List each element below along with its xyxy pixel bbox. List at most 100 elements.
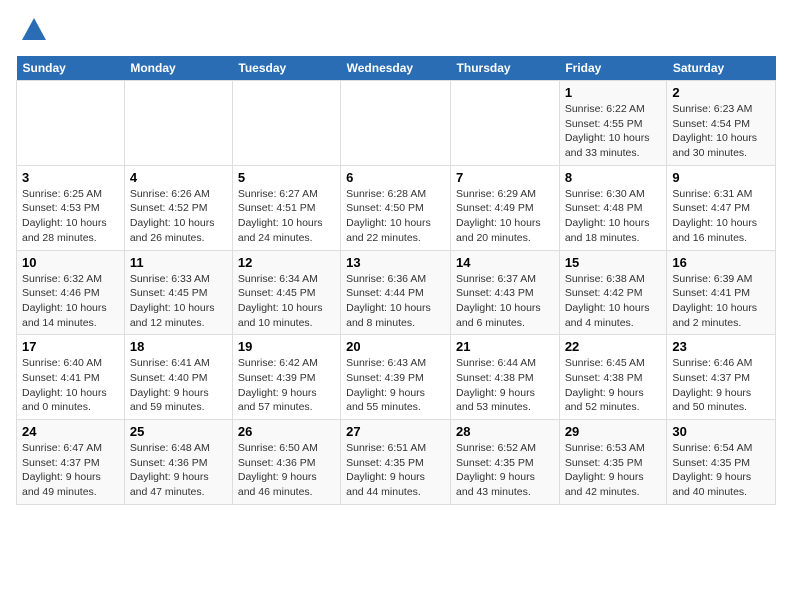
day-info: Sunrise: 6:51 AM Sunset: 4:35 PM Dayligh… (346, 441, 445, 500)
day-info: Sunrise: 6:54 AM Sunset: 4:35 PM Dayligh… (672, 441, 770, 500)
day-number: 1 (565, 85, 662, 100)
day-info: Sunrise: 6:34 AM Sunset: 4:45 PM Dayligh… (238, 272, 335, 331)
calendar-cell (341, 81, 451, 166)
day-info: Sunrise: 6:33 AM Sunset: 4:45 PM Dayligh… (130, 272, 227, 331)
calendar-cell: 24 Sunrise: 6:47 AM Sunset: 4:37 PM Dayli… (17, 420, 125, 505)
calendar-cell: 17 Sunrise: 6:40 AM Sunset: 4:41 PM Dayli… (17, 335, 125, 420)
day-info: Sunrise: 6:52 AM Sunset: 4:35 PM Dayligh… (456, 441, 554, 500)
calendar-cell: 26Sunrise: 6:50 AM Sunset: 4:36 PM Dayli… (232, 420, 340, 505)
day-info: Sunrise: 6:29 AM Sunset: 4:49 PM Dayligh… (456, 187, 554, 246)
day-number: 27 (346, 424, 445, 439)
calendar-cell: 30 Sunrise: 6:54 AM Sunset: 4:35 PM Dayli… (667, 420, 776, 505)
calendar-cell: 28 Sunrise: 6:52 AM Sunset: 4:35 PM Dayli… (451, 420, 560, 505)
day-number: 14 (456, 255, 554, 270)
day-number: 29 (565, 424, 662, 439)
day-number: 25 (130, 424, 227, 439)
calendar-cell: 15 Sunrise: 6:38 AM Sunset: 4:42 PM Dayli… (559, 250, 667, 335)
day-info: Sunrise: 6:39 AM Sunset: 4:41 PM Dayligh… (672, 272, 770, 331)
calendar-week-0: 1 Sunrise: 6:22 AM Sunset: 4:55 PM Daylig… (17, 81, 776, 166)
page-header (16, 16, 776, 44)
calendar-cell (17, 81, 125, 166)
day-number: 8 (565, 170, 662, 185)
day-info: Sunrise: 6:37 AM Sunset: 4:43 PM Dayligh… (456, 272, 554, 331)
calendar-cell: 14 Sunrise: 6:37 AM Sunset: 4:43 PM Dayli… (451, 250, 560, 335)
calendar-week-4: 24 Sunrise: 6:47 AM Sunset: 4:37 PM Dayli… (17, 420, 776, 505)
calendar-cell: 23Sunrise: 6:46 AM Sunset: 4:37 PM Dayli… (667, 335, 776, 420)
day-number: 13 (346, 255, 445, 270)
calendar-table: SundayMondayTuesdayWednesdayThursdayFrid… (16, 56, 776, 505)
day-number: 19 (238, 339, 335, 354)
day-info: Sunrise: 6:53 AM Sunset: 4:35 PM Dayligh… (565, 441, 662, 500)
day-number: 30 (672, 424, 770, 439)
calendar-cell (451, 81, 560, 166)
calendar-header-row: SundayMondayTuesdayWednesdayThursdayFrid… (17, 56, 776, 81)
day-number: 7 (456, 170, 554, 185)
calendar-header-thursday: Thursday (451, 56, 560, 81)
calendar-header-sunday: Sunday (17, 56, 125, 81)
day-info: Sunrise: 6:44 AM Sunset: 4:38 PM Dayligh… (456, 356, 554, 415)
day-number: 21 (456, 339, 554, 354)
day-number: 23 (672, 339, 770, 354)
day-number: 24 (22, 424, 119, 439)
day-info: Sunrise: 6:48 AM Sunset: 4:36 PM Dayligh… (130, 441, 227, 500)
day-info: Sunrise: 6:40 AM Sunset: 4:41 PM Dayligh… (22, 356, 119, 415)
day-number: 26 (238, 424, 335, 439)
calendar-header-friday: Friday (559, 56, 667, 81)
calendar-cell: 5 Sunrise: 6:27 AM Sunset: 4:51 PM Daylig… (232, 165, 340, 250)
calendar-cell: 21 Sunrise: 6:44 AM Sunset: 4:38 PM Dayli… (451, 335, 560, 420)
day-info: Sunrise: 6:26 AM Sunset: 4:52 PM Dayligh… (130, 187, 227, 246)
day-number: 9 (672, 170, 770, 185)
calendar-cell: 3 Sunrise: 6:25 AM Sunset: 4:53 PM Daylig… (17, 165, 125, 250)
calendar-cell: 27 Sunrise: 6:51 AM Sunset: 4:35 PM Dayli… (341, 420, 451, 505)
calendar-cell: 29 Sunrise: 6:53 AM Sunset: 4:35 PM Dayli… (559, 420, 667, 505)
calendar-cell: 13 Sunrise: 6:36 AM Sunset: 4:44 PM Dayli… (341, 250, 451, 335)
day-number: 3 (22, 170, 119, 185)
calendar-cell: 22 Sunrise: 6:45 AM Sunset: 4:38 PM Dayli… (559, 335, 667, 420)
day-number: 22 (565, 339, 662, 354)
calendar-cell: 2Sunrise: 6:23 AM Sunset: 4:54 PM Daylig… (667, 81, 776, 166)
calendar-week-1: 3 Sunrise: 6:25 AM Sunset: 4:53 PM Daylig… (17, 165, 776, 250)
calendar-cell: 9 Sunrise: 6:31 AM Sunset: 4:47 PM Daylig… (667, 165, 776, 250)
day-info: Sunrise: 6:47 AM Sunset: 4:37 PM Dayligh… (22, 441, 119, 500)
calendar-cell: 11Sunrise: 6:33 AM Sunset: 4:45 PM Dayli… (124, 250, 232, 335)
day-info: Sunrise: 6:42 AM Sunset: 4:39 PM Dayligh… (238, 356, 335, 415)
day-info: Sunrise: 6:41 AM Sunset: 4:40 PM Dayligh… (130, 356, 227, 415)
calendar-week-3: 17 Sunrise: 6:40 AM Sunset: 4:41 PM Dayli… (17, 335, 776, 420)
calendar-header-wednesday: Wednesday (341, 56, 451, 81)
day-info: Sunrise: 6:25 AM Sunset: 4:53 PM Dayligh… (22, 187, 119, 246)
day-info: Sunrise: 6:45 AM Sunset: 4:38 PM Dayligh… (565, 356, 662, 415)
calendar-cell: 10Sunrise: 6:32 AM Sunset: 4:46 PM Dayli… (17, 250, 125, 335)
day-number: 16 (672, 255, 770, 270)
day-info: Sunrise: 6:38 AM Sunset: 4:42 PM Dayligh… (565, 272, 662, 331)
day-number: 2 (672, 85, 770, 100)
calendar-cell: 4Sunrise: 6:26 AM Sunset: 4:52 PM Daylig… (124, 165, 232, 250)
calendar-cell: 6 Sunrise: 6:28 AM Sunset: 4:50 PM Daylig… (341, 165, 451, 250)
calendar-header-saturday: Saturday (667, 56, 776, 81)
calendar-cell: 16 Sunrise: 6:39 AM Sunset: 4:41 PM Dayli… (667, 250, 776, 335)
calendar-header-tuesday: Tuesday (232, 56, 340, 81)
day-info: Sunrise: 6:22 AM Sunset: 4:55 PM Dayligh… (565, 102, 662, 161)
day-number: 6 (346, 170, 445, 185)
day-info: Sunrise: 6:32 AM Sunset: 4:46 PM Dayligh… (22, 272, 119, 331)
calendar-cell (124, 81, 232, 166)
calendar-cell: 1 Sunrise: 6:22 AM Sunset: 4:55 PM Daylig… (559, 81, 667, 166)
day-number: 5 (238, 170, 335, 185)
day-info: Sunrise: 6:43 AM Sunset: 4:39 PM Dayligh… (346, 356, 445, 415)
logo (16, 16, 48, 44)
calendar-header-monday: Monday (124, 56, 232, 81)
day-info: Sunrise: 6:28 AM Sunset: 4:50 PM Dayligh… (346, 187, 445, 246)
day-number: 28 (456, 424, 554, 439)
calendar-cell: 19 Sunrise: 6:42 AM Sunset: 4:39 PM Dayli… (232, 335, 340, 420)
day-number: 17 (22, 339, 119, 354)
day-info: Sunrise: 6:36 AM Sunset: 4:44 PM Dayligh… (346, 272, 445, 331)
calendar-cell (232, 81, 340, 166)
day-number: 20 (346, 339, 445, 354)
logo-icon (20, 16, 48, 44)
day-number: 15 (565, 255, 662, 270)
day-info: Sunrise: 6:27 AM Sunset: 4:51 PM Dayligh… (238, 187, 335, 246)
calendar-cell: 12Sunrise: 6:34 AM Sunset: 4:45 PM Dayli… (232, 250, 340, 335)
calendar-cell: 8Sunrise: 6:30 AM Sunset: 4:48 PM Daylig… (559, 165, 667, 250)
day-info: Sunrise: 6:31 AM Sunset: 4:47 PM Dayligh… (672, 187, 770, 246)
calendar-cell: 25 Sunrise: 6:48 AM Sunset: 4:36 PM Dayli… (124, 420, 232, 505)
calendar-cell: 18Sunrise: 6:41 AM Sunset: 4:40 PM Dayli… (124, 335, 232, 420)
